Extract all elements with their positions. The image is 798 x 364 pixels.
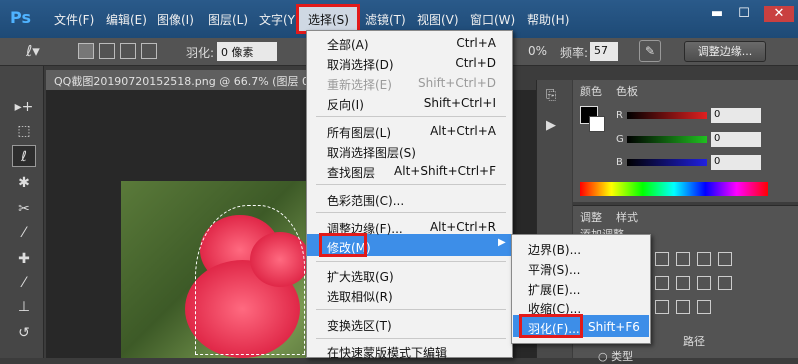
menu-select[interactable]: 选择(S) <box>308 11 349 28</box>
brush-tool-icon[interactable]: ⁄ <box>12 272 36 294</box>
history-brush-icon[interactable]: ↺ <box>12 322 36 344</box>
g-label: G <box>616 134 624 145</box>
invert-icon[interactable] <box>655 300 669 314</box>
shortcut: Alt+Ctrl+R <box>429 220 496 234</box>
minimize-icon[interactable]: ▬ <box>705 6 729 22</box>
menu-separator <box>316 261 506 262</box>
move-tool-icon[interactable]: ▸+ <box>12 96 36 118</box>
submenu-item-smooth[interactable]: 平滑(S)... <box>528 261 580 278</box>
g-slider[interactable] <box>627 136 707 143</box>
menu-separator <box>316 116 506 117</box>
menu-item-quick-mask[interactable]: 在快速蒙版模式下编辑 <box>327 344 447 361</box>
menu-item-similar[interactable]: 选取相似(R) <box>327 288 393 305</box>
menu-separator <box>316 309 506 310</box>
vibrance-icon[interactable] <box>655 276 669 290</box>
document-tab[interactable]: QQ截图20190720152518.png @ 66.7% (图层 0, <box>46 70 308 90</box>
shortcut: Shift+F6 <box>588 320 640 334</box>
tab-swatches[interactable]: 色板 <box>616 83 638 99</box>
hue-icon[interactable] <box>676 276 690 290</box>
add-selection-icon[interactable] <box>99 43 115 59</box>
menu-image[interactable]: 图像(I) <box>157 11 194 28</box>
menu-filter[interactable]: 滤镜(T) <box>365 11 406 28</box>
bw-icon[interactable] <box>718 276 732 290</box>
shortcut: Alt+Ctrl+A <box>430 124 496 138</box>
modify-annotation-box <box>319 233 367 257</box>
play-action-icon[interactable]: ▶ <box>546 118 556 133</box>
stamp-tool-icon[interactable]: ⊥ <box>12 296 36 318</box>
new-selection-icon[interactable] <box>78 43 94 59</box>
menu-item-grow[interactable]: 扩大选取(G) <box>327 268 394 285</box>
tab-color[interactable]: 颜色 <box>580 83 602 99</box>
submenu-item-border[interactable]: 边界(B)... <box>528 241 581 258</box>
shortcut: Ctrl+D <box>455 56 496 70</box>
menu-type[interactable]: 文字(Y) <box>259 11 300 28</box>
g-value[interactable]: 0 <box>711 132 761 147</box>
feather-label: 羽化: <box>186 46 215 60</box>
color-spectrum[interactable] <box>580 182 768 196</box>
r-value[interactable]: 0 <box>711 108 761 123</box>
shortcut: Shift+Ctrl+D <box>418 76 496 90</box>
menu-layer[interactable]: 图层(L) <box>208 11 248 28</box>
curves-icon[interactable] <box>697 252 711 266</box>
shortcut: Ctrl+A <box>456 36 496 50</box>
pen-pressure-icon[interactable]: ✎ <box>639 40 661 62</box>
frequency-input[interactable]: 57 <box>590 42 618 61</box>
frequency-label: 频率: <box>560 46 589 60</box>
background-color-swatch[interactable] <box>589 116 605 132</box>
layer-filter-type[interactable]: ○ 类型 <box>598 348 633 364</box>
lasso-tool-icon[interactable]: ℓ <box>12 145 36 167</box>
menu-window[interactable]: 窗口(W) <box>470 11 515 28</box>
subtract-selection-icon[interactable] <box>120 43 136 59</box>
feather-input[interactable]: 0 像素 <box>217 42 277 61</box>
b-label: B <box>616 157 623 168</box>
submenu-item-expand[interactable]: 扩展(E)... <box>528 281 580 298</box>
brightness-icon[interactable] <box>655 252 669 266</box>
menu-help[interactable]: 帮助(H) <box>527 11 569 28</box>
menu-view[interactable]: 视图(V) <box>417 11 459 28</box>
menu-item-deselect-layers[interactable]: 取消选择图层(S) <box>327 144 416 161</box>
b-value[interactable]: 0 <box>711 155 761 170</box>
menu-separator <box>316 338 506 339</box>
levels-icon[interactable] <box>676 252 690 266</box>
r-slider[interactable] <box>627 112 707 119</box>
posterize-icon[interactable] <box>676 300 690 314</box>
intersect-selection-icon[interactable] <box>141 43 157 59</box>
close-icon[interactable]: ✕ <box>764 6 794 22</box>
healing-brush-icon[interactable]: ✚ <box>12 248 36 270</box>
tab-paths[interactable]: 路径 <box>683 333 705 349</box>
b-slider[interactable] <box>627 159 707 166</box>
maximize-icon[interactable]: ☐ <box>732 6 756 22</box>
menu-edit[interactable]: 编辑(E) <box>106 11 147 28</box>
shortcut: Shift+Ctrl+I <box>423 96 496 110</box>
shortcut: Alt+Shift+Ctrl+F <box>394 164 496 178</box>
color-balance-icon[interactable] <box>697 276 711 290</box>
refine-edge-button[interactable]: 调整边缘... <box>684 41 766 62</box>
tab-adjustments[interactable]: 调整 <box>580 209 602 225</box>
magic-wand-icon[interactable]: ✱ <box>12 172 36 194</box>
threshold-icon[interactable] <box>697 300 711 314</box>
menu-file[interactable]: 文件(F) <box>54 11 94 28</box>
crop-tool-icon[interactable]: ✂ <box>12 198 36 220</box>
r-label: R <box>616 110 623 121</box>
selection-marquee <box>195 205 305 355</box>
contrast-value: 0% <box>528 44 548 58</box>
marquee-tool-icon[interactable]: ⬚ <box>12 120 36 142</box>
eyedropper-icon[interactable]: ⁄ <box>12 222 36 244</box>
lasso-preset-icon[interactable]: ℓ▾ <box>26 42 56 62</box>
menu-item-transform-selection[interactable]: 变换选区(T) <box>327 317 392 334</box>
menu-separator <box>316 212 506 213</box>
exposure-icon[interactable] <box>718 252 732 266</box>
history-panel-icon[interactable]: ⎘ <box>546 88 556 103</box>
tab-styles[interactable]: 样式 <box>616 209 638 225</box>
submenu-arrow-icon: ▶ <box>498 237 506 248</box>
menu-separator <box>316 184 506 185</box>
menu-item-color-range[interactable]: 色彩范围(C)... <box>327 192 404 209</box>
feather-annotation-box <box>519 314 583 338</box>
photoshop-logo: Ps <box>10 8 31 27</box>
